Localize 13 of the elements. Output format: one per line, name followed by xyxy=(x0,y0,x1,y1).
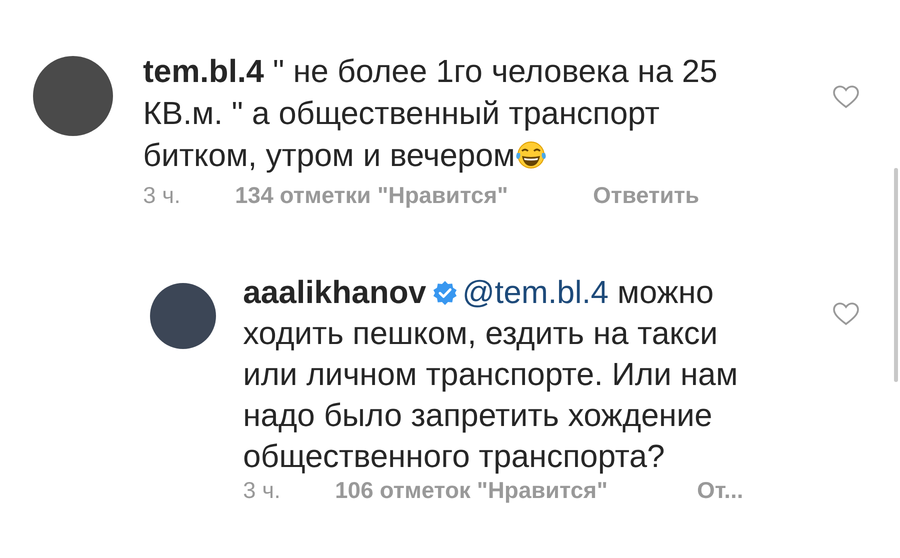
heart-icon[interactable] xyxy=(832,301,860,327)
likes-count[interactable]: 134 отметки "Нравится" xyxy=(235,182,593,209)
username-link[interactable]: tem.bl.4 xyxy=(143,53,264,89)
timestamp: 3 ч. xyxy=(143,182,182,209)
reply-link[interactable]: От... xyxy=(697,477,744,504)
mention-link[interactable]: @tem.bl.4 xyxy=(462,274,609,310)
comment-text: aaalikhanov @tem.bl.4 можно ходить пешком, ездить на такси или личном транспорте. Или нам надо было запретить хождение общественного транспорта? xyxy=(243,273,739,476)
timestamp: 3 ч. xyxy=(243,477,282,504)
reply-link[interactable]: Ответить xyxy=(593,182,700,209)
username-link[interactable]: aaalikhanov xyxy=(243,274,426,310)
heart-icon[interactable] xyxy=(832,84,860,110)
likes-count[interactable]: 106 отметок "Нравится" xyxy=(335,477,697,504)
comment-text: tem.bl.4 " не более 1го человека на 25 КВ.м. " а общественный транспорт битком, утром и вечером xyxy=(143,52,718,175)
